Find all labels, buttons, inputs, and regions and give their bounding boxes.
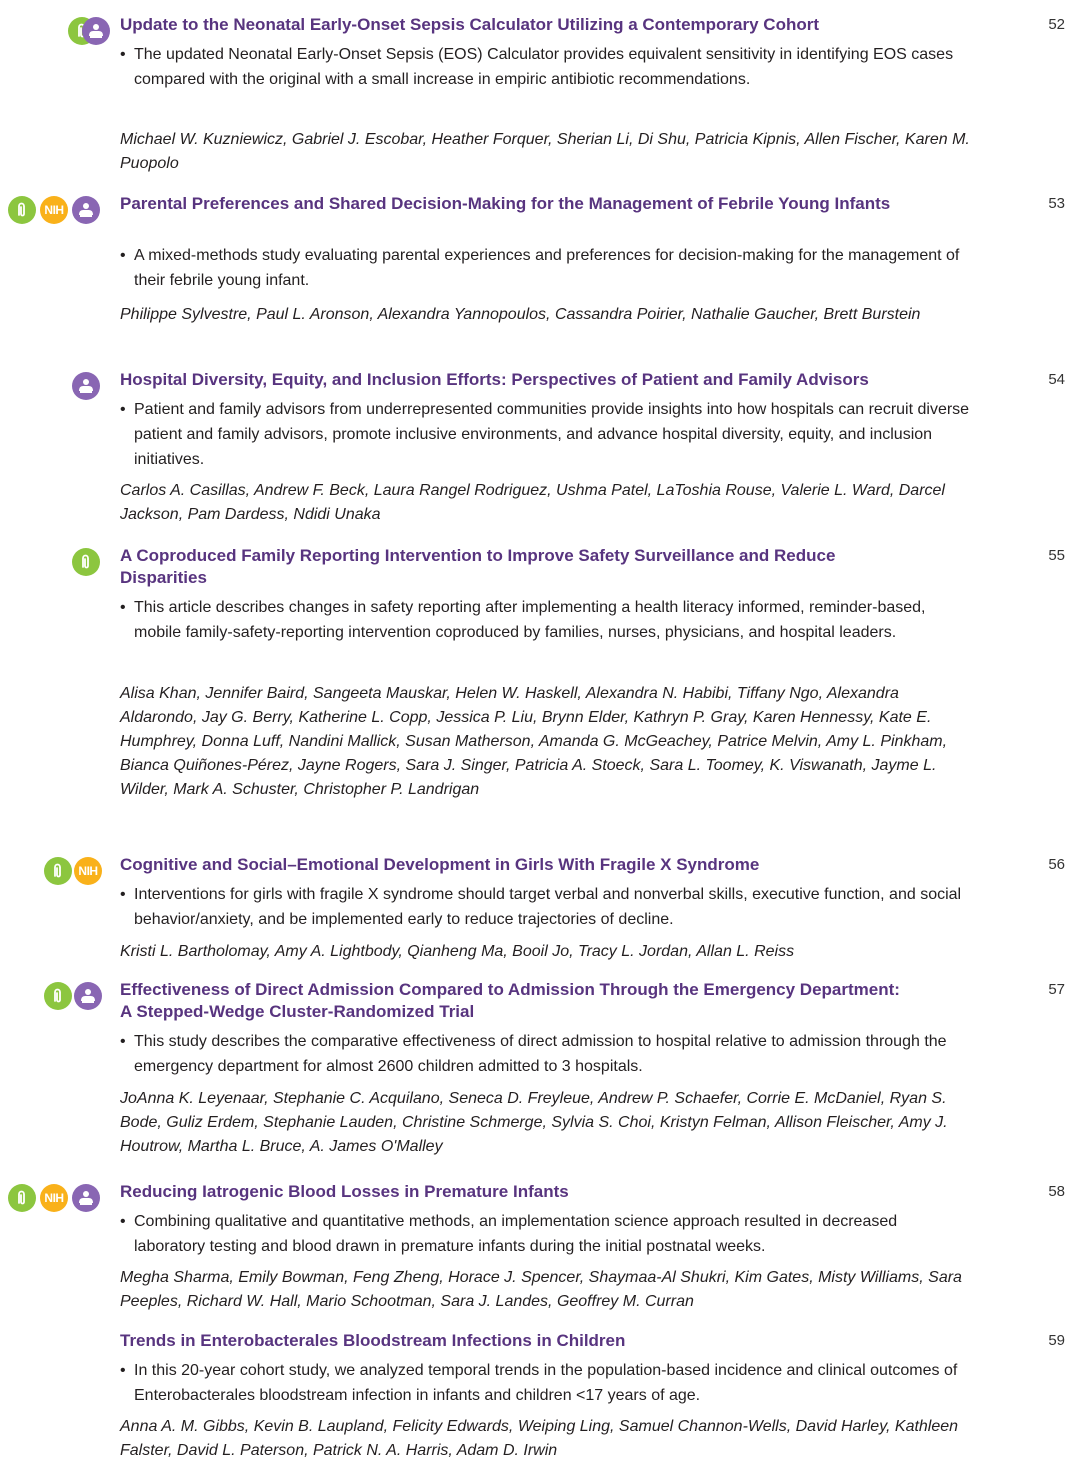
entry-icons (0, 17, 112, 45)
page-number: 57 (1048, 981, 1065, 998)
page-number: 59 (1048, 1332, 1065, 1349)
open-access-icon (8, 196, 36, 224)
article-summary: • This study describes the comparative ef… (120, 1033, 947, 1075)
page-number: 52 (1048, 16, 1065, 33)
open-access-icon (44, 857, 72, 885)
summary-text: This study describes the comparative eff… (134, 1033, 947, 1075)
nih-icon: nihNIH (40, 196, 68, 224)
article-authors: Alisa Khan, Jennifer Baird, Sangeeta Mau… (120, 685, 948, 798)
article-authors: Anna A. M. Gibbs, Kevin B. Laupland, Fel… (120, 1418, 959, 1459)
article-authors: Philippe Sylvestre, Paul L. Aronson, Ale… (120, 306, 921, 323)
nih-icon: NIH (74, 857, 102, 885)
open-access-icon (44, 982, 72, 1010)
family-icon (72, 1184, 100, 1212)
article-title[interactable]: Update to the Neonatal Early-Onset Sepsi… (120, 14, 910, 36)
article-summary: • The updated Neonatal Early-Onset Sepsis… (120, 46, 954, 88)
article-authors: Michael W. Kuzniewicz, Gabriel J. Escoba… (120, 131, 970, 172)
page-number: 54 (1048, 371, 1065, 388)
entry-icons: nihNIH (0, 196, 112, 224)
article-summary: • Interventions for girls with fragile X … (120, 886, 962, 928)
family-icon (72, 372, 100, 400)
article-title[interactable]: Effectiveness of Direct Admission Compar… (120, 979, 910, 1023)
family-icon (74, 982, 102, 1010)
summary-text: In this 20-year cohort study, we analyze… (134, 1362, 958, 1404)
article-summary: • A mixed-methods study evaluating parent… (120, 247, 960, 289)
summary-text: Patient and family advisors from underre… (134, 401, 970, 468)
page-number: 53 (1048, 195, 1065, 212)
article-title[interactable]: A Coproduced Family Reporting Interventi… (120, 545, 910, 589)
article-title[interactable]: Reducing Iatrogenic Blood Losses in Prem… (120, 1181, 910, 1203)
entry-icons (0, 548, 112, 576)
open-access-icon (8, 1184, 36, 1212)
family-icon (72, 196, 100, 224)
page-number: 55 (1048, 547, 1065, 564)
summary-text: Interventions for girls with fragile X s… (134, 886, 962, 928)
article-authors: JoAnna K. Leyenaar, Stephanie C. Acquila… (120, 1090, 948, 1155)
article-title[interactable]: Hospital Diversity, Equity, and Inclusio… (120, 369, 910, 391)
article-authors: Megha Sharma, Emily Bowman, Feng Zheng, … (120, 1269, 962, 1310)
summary-text: Combining qualitative and quantitative m… (134, 1213, 898, 1255)
article-title[interactable]: Parental Preferences and Shared Decision… (120, 193, 910, 215)
family-icon (82, 17, 110, 45)
summary-text: The updated Neonatal Early-Onset Sepsis … (134, 46, 954, 88)
nih-icon: NIH (40, 1184, 68, 1212)
article-authors: Carlos A. Casillas, Andrew F. Beck, Laur… (120, 482, 945, 523)
article-summary: • Combining qualitative and quantitative … (120, 1213, 898, 1255)
article-authors: Kristi L. Bartholomay, Amy A. Lightbody,… (120, 943, 795, 960)
article-summary: • In this 20-year cohort study, we analyz… (120, 1362, 958, 1404)
entry-icons: NIH (0, 857, 112, 885)
entry-icons: NIH (0, 1184, 112, 1212)
article-title[interactable]: Cognitive and Social–Emotional Developme… (120, 854, 910, 876)
summary-text: A mixed-methods study evaluating parenta… (134, 247, 960, 289)
article-summary: • Patient and family advisors from underr… (120, 401, 970, 468)
summary-text: This article describes changes in safety… (134, 599, 926, 641)
page-number: 58 (1048, 1183, 1065, 1200)
open-access-icon (72, 548, 100, 576)
article-title[interactable]: Trends in Enterobacterales Bloodstream I… (120, 1330, 910, 1352)
article-summary: • This article describes changes in safet… (120, 599, 926, 641)
entry-icons (0, 982, 112, 1010)
page-number: 56 (1048, 856, 1065, 873)
entry-icons (0, 372, 112, 400)
